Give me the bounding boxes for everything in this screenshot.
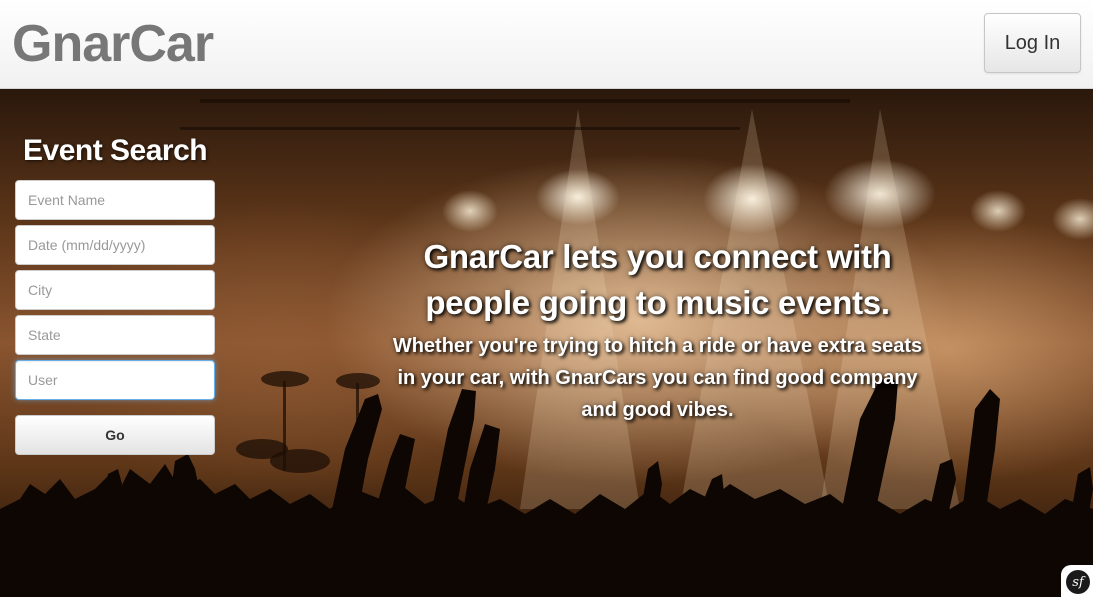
hero-subline-line-2: in your car, with GnarCars you can find … [397, 367, 918, 389]
event-name-input[interactable] [15, 180, 215, 220]
navbar: GnarCar Log In [0, 0, 1093, 89]
login-button[interactable]: Log In [984, 13, 1081, 73]
symfony-toolbar-badge[interactable]: sf [1061, 565, 1093, 597]
hero-headline-line-2: people going to music events. [425, 284, 890, 321]
user-input[interactable] [15, 360, 215, 400]
date-input[interactable] [15, 225, 215, 265]
hero-subline-line-1: Whether you're trying to hitch a ride or… [392, 335, 923, 357]
hero-headline: GnarCar lets you connect with people goi… [360, 234, 955, 326]
hero-subline: Whether you're trying to hitch a ride or… [360, 330, 955, 426]
city-input[interactable] [15, 270, 215, 310]
hero-subline-line-3: and good vibes. [581, 399, 734, 421]
symfony-icon: sf [1066, 570, 1090, 594]
event-search-title: Event Search [23, 134, 208, 167]
go-button[interactable]: Go [15, 415, 215, 455]
hero-headline-line-1: GnarCar lets you connect with [423, 238, 892, 275]
brand-logo[interactable]: GnarCar [12, 12, 214, 76]
state-input[interactable] [15, 315, 215, 355]
